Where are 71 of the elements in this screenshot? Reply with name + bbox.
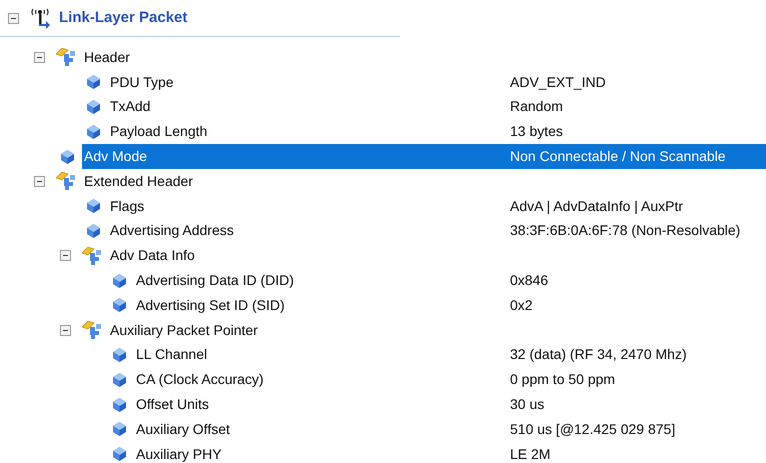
cube-icon (61, 150, 74, 164)
cube-icon (113, 274, 126, 288)
tree-row[interactable]: LL Channel 32 (data) (RF 34, 2470 Mhz) (134, 342, 766, 368)
selected-row-highlight[interactable]: Adv Mode Non Connectable / Non Scannable (82, 144, 766, 169)
field-label: LL Channel (135, 345, 208, 364)
field-label: Payload Length (109, 122, 208, 142)
field-label: Adv Data Info (109, 246, 196, 266)
collapse-toggle[interactable] (60, 250, 71, 262)
field-label: Offset Units (135, 395, 210, 414)
field-value: LE 2M (510, 444, 552, 463)
field-value: 38:3F:6B:0A:6F:78 (Non-Resolvable) (510, 221, 742, 240)
field-label: Auxiliary Packet Pointer (109, 320, 259, 340)
field-label: Advertising Data ID (DID) (135, 271, 295, 290)
collapse-toggle[interactable] (60, 324, 71, 336)
field-label: Adv Mode (83, 147, 148, 166)
tree-row[interactable]: Header (82, 45, 766, 70)
field-label: Advertising Set ID (SID) (135, 296, 286, 315)
cube-icon (87, 224, 100, 238)
field-label: PDU Type (109, 72, 175, 92)
cube-icon (113, 447, 126, 462)
tree-row[interactable]: Payload Length 13 bytes (108, 119, 766, 144)
cube-icon (87, 199, 100, 214)
tree-root-title: Link-Layer Packet (59, 8, 188, 28)
field-value: Non Connectable / Non Scannable (510, 147, 727, 166)
field-label: Auxiliary Offset (135, 420, 231, 439)
tree-row[interactable]: Advertising Address 38:3F:6B:0A:6F:78 (Non-Resolvable) (108, 218, 766, 244)
tree-row[interactable]: Advertising Data ID (DID) 0x846 (134, 268, 766, 293)
field-value: 510 us [@12.425 029 875] (510, 420, 676, 439)
tree-row[interactable]: Adv Data Info (108, 243, 766, 268)
tree-row[interactable]: Offset Units 30 us (134, 392, 766, 417)
collapse-toggle[interactable] (34, 176, 45, 187)
tree-row[interactable]: Auxiliary Packet Pointer (108, 318, 766, 343)
field-label: CA (Clock Accuracy) (135, 370, 265, 390)
field-value: ADV_EXT_IND (510, 72, 607, 92)
cube-icon (113, 298, 126, 312)
tree-row[interactable]: PDU Type ADV_EXT_IND (108, 70, 766, 95)
field-value: 0x846 (510, 271, 550, 290)
cube-icon (87, 100, 100, 114)
tag-icon (82, 321, 102, 340)
tree-row[interactable]: Extended Header (82, 168, 766, 194)
cube-icon (113, 372, 126, 387)
cube-icon (87, 75, 100, 90)
field-value: 0 ppm to 50 ppm (510, 370, 616, 390)
tag-icon (56, 172, 76, 190)
antenna-icon (29, 7, 51, 29)
tree-row[interactable]: Auxiliary Offset 510 us [@12.425 029 875] (134, 416, 766, 442)
field-value: 32 (data) (RF 34, 2470 Mhz) (510, 345, 688, 364)
field-label: Advertising Address (109, 221, 235, 240)
field-value: 0x2 (510, 296, 534, 315)
tag-icon (82, 246, 102, 265)
tree-row[interactable]: Advertising Set ID (SID) 0x2 (134, 292, 766, 318)
tree-row[interactable]: Flags AdvA | AdvDataInfo | AuxPtr (108, 194, 766, 219)
field-label: TxAdd (109, 97, 152, 116)
cube-icon (113, 398, 126, 412)
collapse-toggle[interactable] (8, 12, 19, 24)
tag-icon (56, 48, 76, 66)
cube-icon (87, 124, 100, 139)
field-label: Header (83, 48, 131, 67)
field-label: Flags (109, 196, 146, 216)
field-value: 13 bytes (510, 122, 564, 142)
tree-row[interactable]: TxAdd Random (108, 94, 766, 120)
field-label: Extended Header (83, 172, 194, 191)
field-value: 30 us (510, 395, 546, 414)
field-label: Auxiliary PHY (135, 444, 223, 463)
tree-row[interactable]: CA (Clock Accuracy) 0 ppm to 50 ppm (134, 367, 766, 392)
collapse-toggle[interactable] (34, 52, 45, 63)
tree-row[interactable]: Auxiliary PHY LE 2M (134, 442, 766, 463)
cube-icon (113, 422, 126, 436)
field-value: AdvA | AdvDataInfo | AuxPtr (510, 196, 684, 216)
field-value: Random (510, 97, 564, 116)
cube-icon (113, 348, 126, 362)
